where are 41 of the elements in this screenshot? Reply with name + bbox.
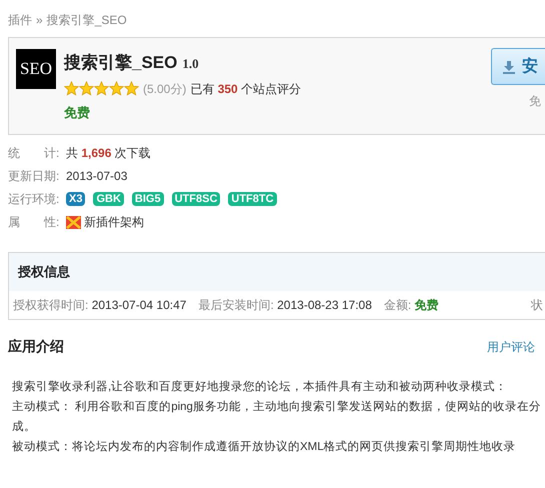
license-field: 授权获得时间: 2013-07-04 10:47 [13, 296, 186, 314]
plugin-title: 搜索引擎_SEO [64, 52, 178, 74]
stat-value: 2013-07-03 [66, 168, 128, 185]
license-field-label: 状 [531, 297, 544, 314]
environment-tag: UTF8TC [228, 192, 277, 206]
environment-tag: GBK [93, 192, 124, 206]
price-label: 免费 [64, 104, 91, 122]
breadcrumb-link[interactable]: 插件 [8, 11, 32, 37]
star-icon [109, 81, 124, 96]
install-note: 免 [529, 93, 542, 110]
description-line: 成。 [12, 420, 37, 435]
stat-value: 新插件架构 [84, 214, 144, 231]
description-line: 主动模式： 利用谷歌和百度的ping服务功能，主动地向搜索引擎发送网站的数据，使网站的收录在分 [12, 399, 542, 415]
environment-tag: BIG5 [132, 192, 164, 206]
download-icon [502, 60, 516, 74]
plugin-version: 1.0 [182, 55, 199, 73]
description-line: 被动模式：将论坛内发布的内容制作成遵循开放协议的XML格式的网页供搜索引擎周期性地收录 [12, 439, 517, 455]
license-field: 最后安装时间: 2013-08-23 17:08 [198, 296, 372, 314]
environment-tag: X3 [66, 192, 86, 206]
license-title: 授权信息 [18, 263, 70, 282]
x-mark-icon [66, 216, 81, 228]
plugin-logo: SEO [16, 49, 56, 89]
star-icon [64, 81, 79, 96]
install-button[interactable]: 安 [491, 48, 545, 85]
stat-label: 运行环境: [8, 191, 60, 208]
star-icon [124, 81, 139, 96]
stat-label: 统 计: [8, 145, 60, 162]
rating-summary: 已有 350 个站点评分 [190, 80, 302, 98]
description-line: 搜索引擎收录利器,让谷歌和百度更好地搜录您的论坛，本插件具有主动和被动两种收录模式： [12, 379, 508, 395]
star-icon [79, 81, 94, 96]
stat-label: 属 性: [8, 214, 60, 231]
breadcrumb-separator: » [36, 12, 43, 29]
star-icon [94, 81, 109, 96]
user-reviews-link[interactable]: 用户评论 [487, 338, 537, 356]
environment-tag: UTF8SC [172, 192, 220, 206]
stat-value: 共 1,696 次下载 [66, 145, 151, 162]
stat-label: 更新日期: [8, 168, 60, 185]
license-field: 金额: 免费 [384, 296, 439, 314]
rating-score: (5.00分) [143, 80, 186, 98]
breadcrumb-current: 搜索引擎_SEO [46, 12, 127, 29]
section-title: 应用介绍 [8, 337, 64, 356]
